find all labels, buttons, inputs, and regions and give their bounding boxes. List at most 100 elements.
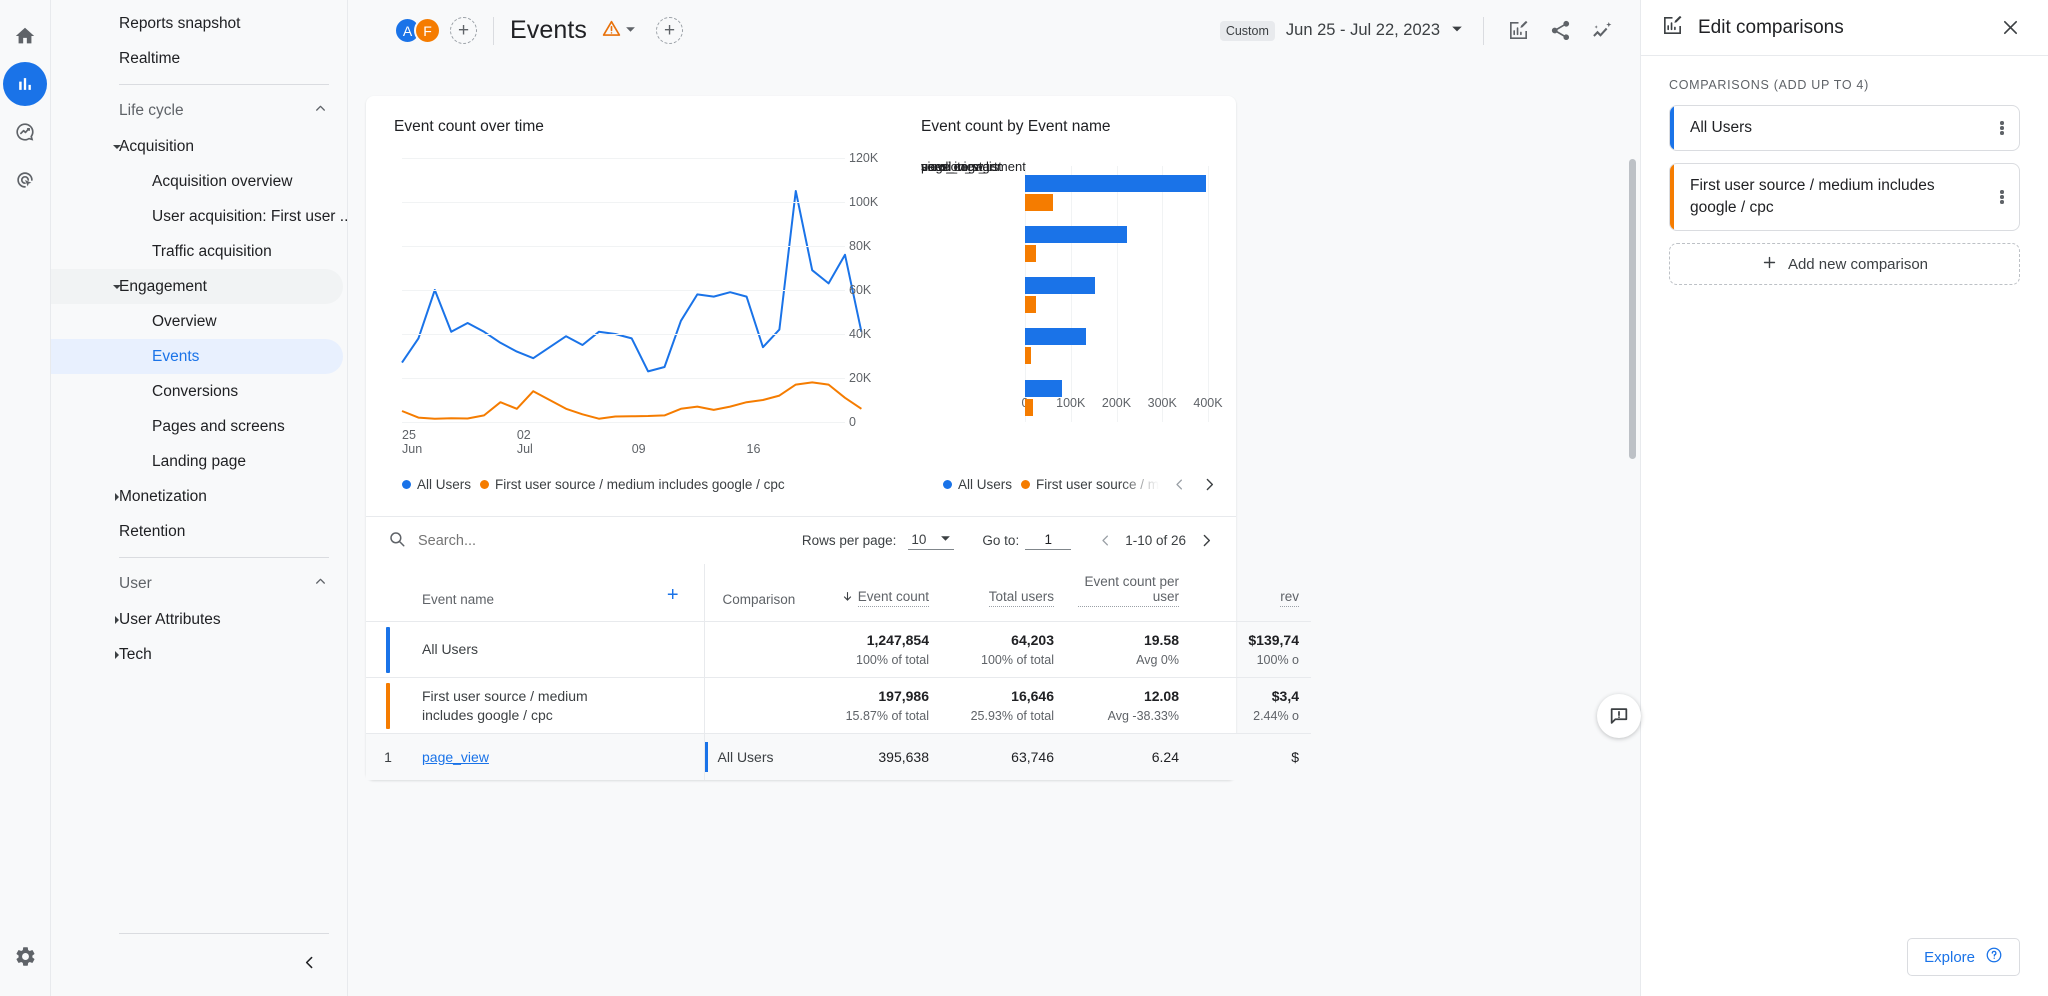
row-comparison-color-bar [704, 741, 708, 772]
page-prev-button[interactable] [1091, 527, 1119, 555]
bar-segment[interactable] [1025, 174, 1206, 192]
bar-segment[interactable] [1025, 328, 1086, 346]
more-options-icon[interactable] [1985, 120, 2019, 137]
chart-gridline [1208, 166, 1209, 422]
sidebar-item-retention[interactable]: Retention [51, 514, 347, 549]
sidebar-item-reports-snapshot[interactable]: Reports snapshot [51, 6, 347, 41]
x-axis-tick: 400K [1193, 396, 1223, 410]
chart-gridline [1116, 166, 1118, 422]
bar-segment[interactable] [1025, 398, 1033, 416]
dimension-header[interactable]: Event name [410, 564, 642, 622]
search-input[interactable] [418, 532, 678, 549]
share-icon[interactable] [1540, 11, 1580, 51]
metric-label: Event count [857, 589, 929, 607]
vertical-scrollbar[interactable] [1629, 159, 1636, 459]
line-chart[interactable]: 0 20K 40K 60K 80K 100K 120K 25 Jun 02 Jul 09 16 [394, 151, 893, 458]
search-icon [388, 530, 406, 552]
bar-segment[interactable] [1025, 379, 1062, 397]
sidebar-section-life-cycle[interactable]: Life cycle [51, 93, 347, 129]
page-next-button[interactable] [1192, 527, 1220, 555]
feedback-button[interactable] [1597, 694, 1641, 738]
comparison-card-google-cpc[interactable]: First user source / medium includes goog… [1669, 163, 2020, 231]
close-icon[interactable] [1990, 8, 2030, 48]
sidebar-item-realtime[interactable]: Realtime [51, 41, 347, 76]
collapse-sidebar-button[interactable] [293, 946, 325, 978]
add-title-button[interactable]: + [656, 17, 684, 44]
top-bar: A F + Events + Custom Jun 25 - Jul 22, 2… [348, 0, 1640, 61]
report-card: Event count over time 0 20K 40K 60K 80K 100K 1… [366, 96, 1311, 780]
table-row[interactable]: 1 page_view All Users 395,638 63,746 6.2… [366, 733, 1311, 780]
reports-icon[interactable] [3, 62, 47, 106]
sidebar-item-pages-and-screens[interactable]: Pages and screens [51, 409, 347, 444]
chevron-up-icon [314, 575, 327, 593]
explore-icon[interactable] [3, 110, 47, 154]
more-options-icon[interactable] [1985, 189, 2019, 206]
legend-item[interactable]: First user source / medium includes goog… [480, 477, 785, 492]
bar-segment[interactable] [1025, 193, 1054, 211]
legend-prev-button[interactable] [1165, 470, 1193, 498]
home-icon[interactable] [3, 14, 47, 58]
sidebar-group-monetization[interactable]: Monetization [51, 479, 347, 514]
add-comparison-button[interactable]: + [450, 17, 477, 44]
edit-comparisons-panel: Edit comparisons COMPARISONS (ADD UP TO … [1597, 0, 2048, 996]
metric-header-event-count[interactable]: Event count [816, 564, 941, 622]
row-event-name[interactable]: page_view [422, 749, 489, 765]
add-dimension-button[interactable]: + [642, 564, 704, 622]
row-revenue: $ [1191, 733, 1311, 780]
date-range-picker[interactable]: Jun 25 - Jul 22, 2023 [1286, 21, 1463, 40]
sidebar-group-acquisition[interactable]: Acquisition [51, 129, 347, 164]
sidebar-item-acquisition-overview[interactable]: Acquisition overview [51, 164, 347, 199]
advertising-icon[interactable] [3, 158, 47, 202]
sidebar-label: Retention [119, 522, 186, 540]
legend-item[interactable]: First user source / m [1021, 477, 1159, 492]
sidebar-section-user[interactable]: User [51, 566, 347, 602]
comparison-avatars: A F + [394, 17, 477, 44]
bar-chart[interactable]: page_view user_engagement view_item_list sc… [921, 158, 1223, 458]
sidebar-item-user-acquisition[interactable]: User acquisition: First user ... [51, 199, 347, 234]
explore-button[interactable]: Explore [1907, 938, 2020, 976]
metric-header-total-users[interactable]: Total users [941, 564, 1066, 622]
bar-segment[interactable] [1025, 225, 1127, 243]
legend-pagination [1165, 470, 1223, 498]
metric-header-revenue[interactable]: rev [1191, 564, 1311, 622]
table-search[interactable] [388, 530, 678, 552]
sidebar-item-conversions[interactable]: Conversions [51, 374, 347, 409]
avatar[interactable]: F [414, 17, 441, 44]
metric-header-event-count-per-user[interactable]: Event count per user [1066, 564, 1191, 622]
sidebar-group-user-attributes[interactable]: User Attributes [51, 602, 347, 637]
legend-item[interactable]: All Users [943, 477, 1012, 492]
bar-segment[interactable] [1025, 296, 1037, 314]
icon-rail [0, 0, 51, 996]
comparison-label: All Users [1690, 119, 1753, 136]
legend-next-button[interactable] [1195, 470, 1223, 498]
bar-segment[interactable] [1025, 277, 1095, 295]
date-preset-chip: Custom [1219, 20, 1275, 41]
sidebar-group-engagement[interactable]: Engagement [51, 269, 343, 304]
panel-title: Edit comparisons [1698, 16, 1844, 38]
bar-segment[interactable] [1025, 244, 1037, 262]
rows-per-page-select[interactable]: 10 [908, 532, 955, 550]
row-total-users: 63,746 [941, 733, 1066, 780]
date-range-label: Jun 25 - Jul 22, 2023 [1285, 21, 1440, 39]
bar-segment[interactable] [1025, 347, 1032, 365]
metric-label: rev [1280, 589, 1299, 607]
sidebar-item-landing-page[interactable]: Landing page [51, 444, 347, 479]
chevron-down-icon [1451, 21, 1463, 40]
legend-item[interactable]: All Users [402, 477, 471, 492]
sidebar-item-traffic-acquisition[interactable]: Traffic acquisition [51, 234, 347, 269]
add-new-comparison-button[interactable]: Add new comparison [1669, 243, 2020, 285]
edit-comparisons-icon[interactable] [1498, 11, 1538, 51]
comparison-card-all-users[interactable]: All Users [1669, 105, 2020, 151]
content-scroll-area: Event count over time 0 20K 40K 60K 80K 100K 1… [348, 61, 1640, 996]
gear-icon[interactable] [3, 934, 47, 978]
y-axis-tick: 20K [849, 371, 872, 385]
sidebar-group-tech[interactable]: Tech [51, 637, 347, 672]
nav-sidebar: Reports snapshot Realtime Life cycle Acq… [51, 0, 348, 996]
sidebar-item-overview[interactable]: Overview [51, 304, 347, 339]
data-warning-button[interactable] [596, 15, 642, 47]
nav-bottom-divider [119, 933, 329, 934]
insights-icon[interactable] [1582, 11, 1622, 51]
sidebar-item-events[interactable]: Events [51, 339, 343, 374]
goto-input[interactable] [1025, 531, 1072, 550]
sidebar-label: Landing page [152, 452, 246, 470]
